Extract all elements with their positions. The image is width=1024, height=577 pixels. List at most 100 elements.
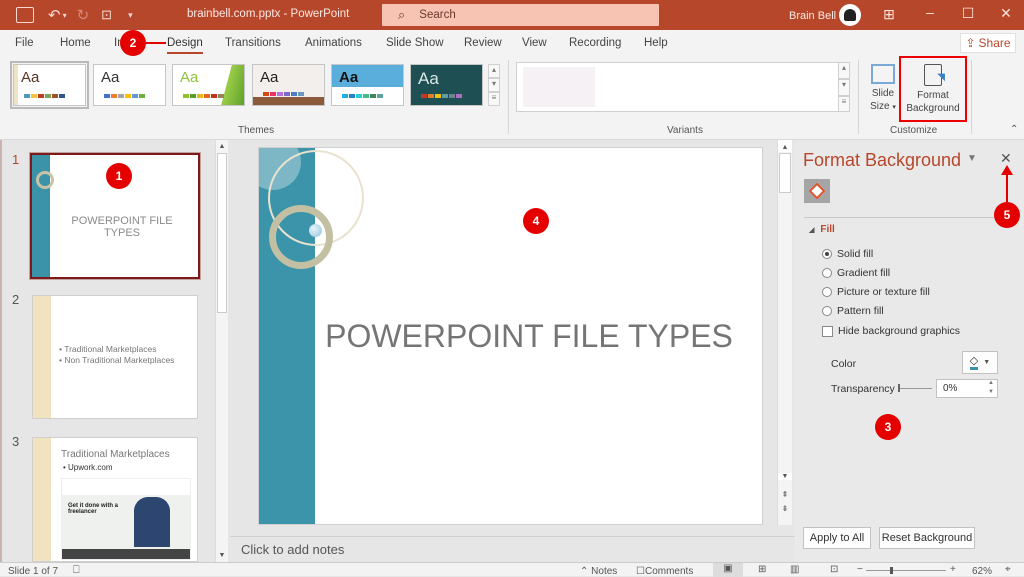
variants-scroll-down[interactable]: ▾ — [838, 79, 850, 96]
picture-fill-option[interactable]: Picture or texture fill — [822, 286, 930, 298]
theme-retrospect[interactable]: Aa — [10, 61, 89, 109]
tab-design[interactable]: Design — [167, 37, 203, 54]
gradient-fill-option[interactable]: Gradient fill — [822, 267, 890, 279]
undo-icon[interactable]: ↶ — [48, 6, 61, 24]
share-button[interactable]: ⇪ Share — [960, 33, 1016, 53]
theme-color-swatch — [363, 94, 369, 98]
reset-background-button[interactable]: Reset Background — [879, 527, 975, 549]
slide-thumbnail-2[interactable]: • Traditional Marketplaces • Non Traditi… — [32, 295, 198, 419]
themes-group-label: Themes — [238, 125, 275, 136]
editor-scrollbar[interactable]: ▲ ▼ ⇞ ⇟ — [777, 140, 792, 525]
tab-view[interactable]: View — [522, 37, 547, 49]
variants-scroll-up[interactable]: ▴ — [838, 62, 850, 79]
notes-input[interactable]: Click to add notes — [230, 536, 795, 562]
fit-to-window-icon[interactable]: ⌖ — [1005, 564, 1011, 575]
tab-slide-show[interactable]: Slide Show — [386, 37, 444, 49]
present-from-beginning-icon[interactable]: ⊡ — [101, 7, 112, 23]
theme-color-swatch — [204, 94, 210, 98]
format-background-button[interactable]: ◥ Format Background — [899, 56, 967, 122]
theme-swatches — [24, 94, 65, 98]
slide-sorter-icon[interactable]: ⊞ — [758, 564, 766, 575]
solid-fill-option[interactable]: Solid fill — [822, 248, 873, 260]
tab-home[interactable]: Home — [60, 37, 91, 49]
previous-slide-icon[interactable]: ⇞ — [778, 490, 792, 499]
next-slide-icon[interactable]: ⇟ — [778, 504, 792, 513]
variants-gallery[interactable] — [516, 62, 849, 112]
themes-scroll-down[interactable]: ▾ — [488, 78, 500, 92]
pane-options-dropdown-icon[interactable]: ▼ — [967, 153, 977, 164]
slide-thumb-image: Get it done with a freelancer — [61, 478, 191, 560]
hide-background-graphics-option[interactable]: Hide background graphics — [822, 325, 960, 337]
solid-fill-radio[interactable] — [822, 249, 832, 259]
transparency-input[interactable]: 0% ▲ ▼ — [936, 379, 998, 398]
chevron-down-icon: ▼ — [983, 359, 991, 366]
slides-panel-scrollbar[interactable]: ▲ ▼ — [215, 140, 228, 562]
theme-wood-type[interactable]: Aa — [252, 64, 325, 106]
group-divider — [971, 60, 972, 134]
zoom-slider[interactable] — [866, 567, 946, 574]
slide-size-button[interactable]: Slide Size ▾ — [868, 64, 898, 114]
collapse-ribbon-icon[interactable]: ⌃ — [1010, 124, 1018, 135]
theme-color-swatch — [118, 94, 124, 98]
pattern-fill-radio[interactable] — [822, 306, 832, 316]
color-picker-button[interactable]: ◇ ▼ — [962, 351, 998, 374]
close-icon[interactable]: ✕ — [996, 5, 1016, 22]
pattern-fill-option[interactable]: Pattern fill — [822, 305, 884, 317]
scroll-down-icon[interactable]: ▼ — [778, 473, 792, 480]
redo-icon[interactable]: ↻ — [77, 6, 90, 24]
zoom-slider-handle[interactable] — [890, 567, 893, 574]
zoom-out-icon[interactable]: − — [857, 564, 863, 575]
collapse-icon: ◢ — [809, 227, 815, 234]
maximize-icon[interactable]: ☐ — [958, 5, 978, 22]
scrollbar-thumb[interactable] — [779, 153, 791, 193]
slide-thumbnail-3[interactable]: Traditional Marketplaces • Upwork.com Ge… — [32, 437, 198, 562]
user-name[interactable]: Brain Bell — [789, 10, 836, 22]
pane-divider — [804, 217, 1016, 218]
transparency-slider[interactable] — [898, 384, 932, 392]
comments-button[interactable]: ☐Comments — [636, 566, 693, 577]
current-slide[interactable]: POWERPOINT FILE TYPES — [258, 147, 763, 525]
scrollbar-thumb[interactable] — [217, 153, 227, 313]
tab-recording[interactable]: Recording — [569, 37, 621, 49]
zoom-level[interactable]: 62% — [972, 566, 992, 577]
tab-help[interactable]: Help — [644, 37, 668, 49]
hide-background-graphics-checkbox[interactable] — [822, 325, 833, 337]
reading-view-icon[interactable]: ▥ — [790, 564, 799, 575]
tab-animations[interactable]: Animations — [305, 37, 362, 49]
customize-quick-access-icon[interactable]: ▾ — [128, 10, 133, 21]
fill-section-header[interactable]: ◢ Fill — [809, 224, 835, 235]
slide-title[interactable]: POWERPOINT FILE TYPES — [319, 316, 739, 357]
notes-button[interactable]: ⌃ Notes — [580, 566, 617, 577]
themes-more[interactable]: ≡ — [488, 92, 500, 106]
theme-chalkboard[interactable]: Aa — [410, 64, 483, 106]
undo-dropdown-icon[interactable]: ▾ — [63, 11, 67, 20]
gradient-fill-radio[interactable] — [822, 268, 832, 278]
variant-item[interactable] — [523, 67, 595, 107]
theme-color-swatch — [45, 94, 51, 98]
theme-color-swatch — [263, 92, 269, 96]
fill-tab[interactable] — [804, 179, 830, 203]
zoom-in-icon[interactable]: + — [950, 564, 956, 575]
tab-review[interactable]: Review — [464, 37, 502, 49]
tab-transitions[interactable]: Transitions — [225, 37, 281, 49]
avatar[interactable] — [839, 4, 861, 26]
tab-file[interactable]: File — [15, 37, 34, 49]
picture-fill-radio[interactable] — [822, 287, 832, 297]
themes-scroll-up[interactable]: ▴ — [488, 64, 500, 78]
apply-to-all-button[interactable]: Apply to All — [803, 527, 871, 549]
search-box[interactable]: ⌕ Search — [382, 4, 659, 26]
theme-facet[interactable]: Aa — [172, 64, 245, 106]
annotation-badge-4: 4 — [523, 208, 549, 234]
theme-color-swatch — [442, 94, 448, 98]
save-icon[interactable] — [16, 7, 34, 23]
spinner-icon[interactable]: ▲ ▼ — [988, 379, 994, 397]
slide-show-icon[interactable]: ⊡ — [830, 564, 838, 575]
normal-view-icon[interactable]: ▣ — [713, 563, 743, 577]
variants-more[interactable]: ≡ — [838, 96, 850, 112]
ribbon-display-options-icon[interactable]: ⊞ — [879, 6, 899, 23]
accessibility-icon[interactable]: ⎕ — [73, 564, 80, 577]
theme-color-swatch — [104, 94, 110, 98]
minimize-icon[interactable]: – — [920, 4, 940, 20]
theme-pattern[interactable]: Aa — [331, 64, 404, 106]
theme-office[interactable]: Aa — [93, 64, 166, 106]
